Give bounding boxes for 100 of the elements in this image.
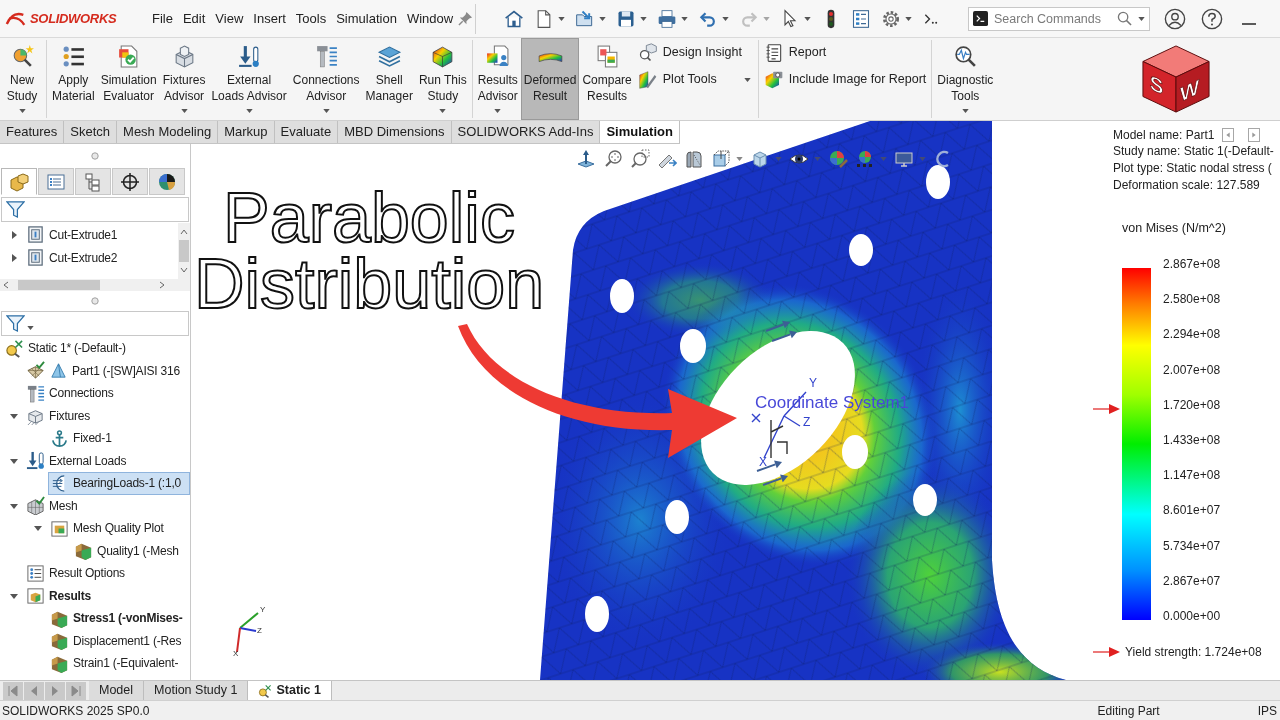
tree-item[interactable]: BearingLoads-1 (:1,0 bbox=[48, 472, 190, 495]
view-toolbar-button[interactable] bbox=[711, 149, 743, 169]
horizontal-scrollbar[interactable] bbox=[0, 279, 190, 291]
ribbon-button[interactable]: Connections Advisor bbox=[289, 38, 363, 120]
next-tab-icon[interactable] bbox=[45, 681, 65, 700]
panel-tab[interactable] bbox=[149, 168, 185, 195]
home-icon bbox=[504, 8, 524, 29]
filter-field[interactable] bbox=[1, 311, 189, 336]
tree-item[interactable]: Part1 (-[SW]AISI 316 bbox=[24, 359, 184, 382]
ribbon-button[interactable]: New Study bbox=[0, 38, 44, 120]
logo-text: SOLIDWORKS bbox=[30, 9, 117, 28]
tree-item[interactable]: Mesh Quality Plot bbox=[48, 517, 167, 540]
open-folder-icon bbox=[575, 8, 595, 29]
document-tab[interactable]: Model bbox=[89, 681, 145, 700]
collapse-toggle-icon[interactable] bbox=[9, 456, 18, 465]
menu-item[interactable]: File bbox=[147, 5, 178, 32]
settings-icon bbox=[881, 8, 901, 29]
yield-strength-text: Yield strength: 1.724e+08 bbox=[1125, 644, 1262, 661]
hole bbox=[926, 165, 950, 199]
help-icon[interactable] bbox=[1201, 7, 1223, 30]
ribbon-button[interactable]: Run This Study bbox=[415, 38, 470, 120]
ribbon-button[interactable]: External Loads Advisor bbox=[208, 38, 290, 120]
ribbon-button[interactable]: Apply Material bbox=[49, 38, 98, 120]
document-tab[interactable]: Motion Study 1 bbox=[144, 681, 249, 700]
expand-toggle-icon[interactable] bbox=[9, 253, 18, 262]
collapse-toggle-icon[interactable] bbox=[9, 501, 18, 510]
search-field[interactable]: Search Commands bbox=[968, 6, 1150, 31]
arrow-icon bbox=[1093, 646, 1121, 658]
previous-tab-icon[interactable] bbox=[24, 681, 44, 700]
collapse-toggle-icon[interactable] bbox=[9, 591, 18, 600]
collapse-toggle-icon[interactable] bbox=[9, 411, 18, 420]
terminal-icon bbox=[973, 11, 988, 26]
panel-tab[interactable] bbox=[112, 168, 148, 195]
tree-item[interactable]: Fixtures bbox=[24, 404, 94, 427]
view-toolbar-button[interactable] bbox=[684, 149, 704, 169]
plot-block-icon bbox=[50, 631, 69, 651]
tree-item[interactable]: Quality1 (-Mesh bbox=[72, 539, 182, 562]
plot-folder-icon bbox=[50, 518, 69, 538]
overlay-title: Parabolic Distribution bbox=[193, 185, 545, 317]
ribbon-button[interactable]: Plot Tools bbox=[634, 66, 756, 93]
tree-item[interactable]: Result Options bbox=[24, 562, 128, 585]
menu-item[interactable]: Edit bbox=[177, 5, 211, 32]
ribbon-button[interactable]: Simulation Evaluator bbox=[97, 38, 160, 120]
axis-label: Y bbox=[809, 376, 817, 390]
ribbon-button[interactable]: Fixtures Advisor bbox=[159, 38, 209, 120]
cube-icon bbox=[750, 149, 770, 169]
tree-item[interactable]: Strain1 (-Equivalent- bbox=[48, 652, 182, 675]
tree-item[interactable]: Displacement1 (-Res bbox=[48, 629, 185, 652]
first-tab-icon[interactable] bbox=[3, 681, 23, 700]
load-arrow bbox=[771, 330, 797, 342]
collapse-toggle-icon[interactable] bbox=[33, 524, 42, 533]
menu-item[interactable]: Tools bbox=[290, 5, 332, 32]
ribbon-button[interactable]: Diagnostic Tools bbox=[934, 38, 997, 120]
menu-item[interactable]: View bbox=[210, 5, 249, 32]
view-toolbar-button[interactable] bbox=[750, 149, 782, 169]
ribbon-button[interactable]: Deformed Result bbox=[520, 38, 580, 120]
document-tab[interactable]: Static 1 bbox=[248, 681, 332, 700]
view-toolbar-button[interactable] bbox=[855, 149, 887, 169]
rainbow-bar-icon bbox=[537, 50, 563, 63]
ribbon-button[interactable]: Design Insight bbox=[634, 39, 756, 66]
ribbon-button[interactable]: Report bbox=[760, 39, 930, 66]
search-icon[interactable] bbox=[1117, 11, 1132, 26]
pin-icon[interactable] bbox=[458, 11, 474, 26]
expand-toggle-icon[interactable] bbox=[9, 230, 18, 239]
tree-item[interactable]: Fixed-1 bbox=[48, 427, 115, 450]
menu-item[interactable]: Window bbox=[401, 5, 459, 32]
ribbon-button[interactable]: Include Image for Report bbox=[760, 66, 930, 93]
view-toolbar-button[interactable] bbox=[576, 149, 596, 169]
tree-item[interactable]: Stress1 (-vonMises- bbox=[48, 607, 186, 630]
menu-item[interactable]: Insert bbox=[248, 5, 291, 32]
search-input[interactable]: Search Commands bbox=[994, 8, 1111, 29]
configuration-tree-icon bbox=[83, 171, 103, 192]
tree-item[interactable]: Results bbox=[24, 584, 94, 607]
document-person-icon bbox=[485, 44, 511, 69]
magnifier-icon bbox=[258, 683, 273, 698]
splitter-handle[interactable] bbox=[91, 297, 99, 305]
view-toolbar-button[interactable] bbox=[603, 149, 623, 169]
bolt-spring-icon bbox=[26, 383, 45, 403]
minimize-icon[interactable] bbox=[1241, 21, 1257, 26]
view-toolbar-button[interactable] bbox=[630, 149, 650, 169]
tree-item[interactable]: Cut-Extrude1 bbox=[24, 223, 121, 246]
tree-item[interactable]: Mesh bbox=[24, 494, 81, 517]
waveform-magnifier-icon bbox=[952, 44, 978, 69]
ribbon-button[interactable]: Results Advisor bbox=[474, 38, 521, 120]
user-icon[interactable] bbox=[1164, 7, 1186, 30]
ribbon-button[interactable]: Shell Manager bbox=[362, 38, 416, 120]
axis-label: X bbox=[233, 649, 239, 658]
vertical-scrollbar[interactable] bbox=[178, 223, 190, 279]
tree-item[interactable]: External Loads bbox=[24, 449, 130, 472]
plot-info-text: Deformation scale: 127.589 bbox=[1113, 177, 1261, 194]
last-tab-icon[interactable] bbox=[66, 681, 86, 700]
ribbon-button[interactable]: Compare Results bbox=[579, 38, 635, 120]
menu-item[interactable]: Simulation bbox=[331, 5, 402, 32]
command-tab[interactable]: Simulation bbox=[600, 121, 680, 143]
filter-field[interactable] bbox=[1, 197, 189, 222]
tree-item[interactable]: Static 1* (-Default-) bbox=[3, 337, 129, 360]
tree-item[interactable]: Connections bbox=[24, 382, 117, 405]
logo-letter: S bbox=[1149, 70, 1164, 100]
splitter-handle[interactable] bbox=[91, 152, 99, 160]
tree-item[interactable]: Cut-Extrude2 bbox=[24, 246, 121, 269]
